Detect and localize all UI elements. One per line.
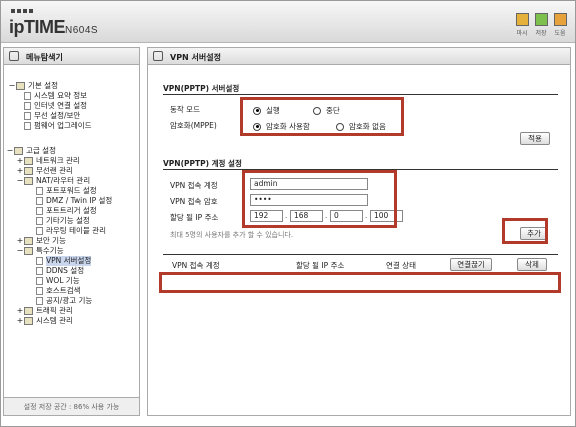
folder-icon [24, 177, 33, 185]
menu-panel: 메뉴탐색기 − 기본 설정 시스템 요약 정보 인터넷 연결 설정 무선 설정/보… [3, 47, 140, 416]
page-icon [24, 122, 31, 130]
page-icon [36, 197, 43, 205]
delete-button[interactable]: 삭제 [517, 258, 547, 271]
tree-item-wol[interactable]: WOL 기능 [36, 276, 80, 286]
folder-icon [24, 157, 33, 165]
section-divider [163, 94, 558, 95]
save-icon [534, 13, 548, 26]
max-users-note: 최대 5명의 사용자를 추가 할 수 있습니다. [170, 231, 294, 239]
highlight-box-server [240, 97, 404, 136]
tree-item-system[interactable]: + 시스템 관리 [16, 316, 73, 326]
col-header-status: 연결 상태 [386, 261, 416, 270]
folder-icon [24, 167, 33, 175]
page-icon [36, 187, 43, 195]
tree-item-network[interactable]: + 네트워크 관리 [16, 156, 80, 166]
account-section-title: VPN(PPTP) 계정 설정 [163, 159, 242, 168]
ip-label: 할당 될 IP 주소 [170, 213, 219, 222]
tree-item-special[interactable]: − 특수기능 [16, 246, 64, 256]
highlight-box-table [159, 272, 561, 293]
search-icon [9, 51, 19, 61]
tree-item-misc[interactable]: 기타기능 설정 [36, 216, 90, 226]
folder-icon [24, 237, 33, 245]
highlight-box-account [242, 170, 397, 228]
tree-item-firmware[interactable]: 펌웨어 업그레이드 [24, 121, 92, 131]
menu-panel-title: 메뉴탐색기 [4, 48, 139, 65]
header-bar: ipTIMEN604S 마시 저장 도움 [1, 1, 575, 43]
app-logo: ipTIMEN604S [9, 17, 99, 37]
folder-icon [24, 247, 33, 255]
tree-item-ddns[interactable]: DDNS 설정 [36, 266, 84, 276]
page-icon [36, 207, 43, 215]
page-icon [36, 227, 43, 235]
apply-button[interactable]: 적용 [520, 132, 550, 145]
tree-item-sysinfo[interactable]: 시스템 요약 정보 [24, 91, 87, 101]
storage-status: 설정 저장 공간 : 86% 사용 가능 [4, 397, 139, 415]
page-icon [36, 217, 43, 225]
col-header-account: VPN 접속 계정 [172, 261, 220, 270]
header-button-0[interactable]: 마시 [512, 13, 532, 37]
table-top-border [163, 254, 558, 255]
page-icon [24, 92, 31, 100]
tree-item-routing[interactable]: 라우팅 테이블 관리 [36, 226, 106, 236]
folder-icon [14, 147, 23, 155]
content-panel-title: VPN 서버설정 [148, 48, 570, 65]
page-icon [153, 51, 163, 61]
folder-icon [24, 307, 33, 315]
account-label: VPN 접속 계정 [170, 181, 218, 190]
disconnect-button[interactable]: 연결끊기 [450, 258, 492, 271]
password-label: VPN 접속 암호 [170, 197, 218, 206]
tree-item-basic[interactable]: − 기본 설정 [8, 81, 58, 91]
tree-item-wireless[interactable]: 무선 설정/보안 [24, 111, 80, 121]
encrypt-label: 암호화(MPPE) [170, 121, 217, 130]
menu-tree: − 기본 설정 시스템 요약 정보 인터넷 연결 설정 무선 설정/보안 펌웨어 … [4, 65, 139, 400]
folder-icon [24, 317, 33, 325]
tree-item-advanced[interactable]: − 고급 설정 [6, 146, 56, 156]
tree-item-porttrigger[interactable]: 포트트리거 설정 [36, 206, 97, 216]
page-icon [24, 102, 31, 110]
tree-item-wlan[interactable]: + 무선랜 관리 [16, 166, 73, 176]
page-icon [36, 297, 43, 305]
folder-icon [16, 82, 25, 90]
tree-item-traffic[interactable]: + 트래픽 관리 [16, 306, 73, 316]
page-icon [36, 257, 43, 265]
server-section-title: VPN(PPTP) 서버설정 [163, 84, 240, 93]
header-button-2[interactable]: 도움 [550, 13, 570, 37]
page-icon [24, 112, 31, 120]
highlight-box-add [502, 218, 548, 244]
tree-item-hostsearch[interactable]: 호스트검색 [36, 286, 81, 296]
mode-label: 동작 모드 [170, 105, 200, 114]
tree-item-notice[interactable]: 공지/광고 기능 [36, 296, 92, 306]
tree-item-vpn[interactable]: VPN 서버설정 [36, 256, 92, 266]
header-button-1[interactable]: 저장 [531, 13, 551, 37]
page-icon [36, 267, 43, 275]
page-icon [36, 287, 43, 295]
refresh-icon [515, 13, 529, 26]
logo-dots [11, 9, 33, 15]
tree-item-internet[interactable]: 인터넷 연결 설정 [24, 101, 87, 111]
tree-item-dmz[interactable]: DMZ / Twin IP 설정 [36, 196, 112, 206]
help-icon [553, 13, 567, 26]
tree-item-security[interactable]: + 보안 기능 [16, 236, 66, 246]
col-header-ip: 할당 될 IP 주소 [296, 261, 345, 270]
tree-item-nat[interactable]: − NAT/라우터 관리 [16, 176, 90, 186]
tree-item-portforward[interactable]: 포트포워드 설정 [36, 186, 97, 196]
page-icon [36, 277, 43, 285]
